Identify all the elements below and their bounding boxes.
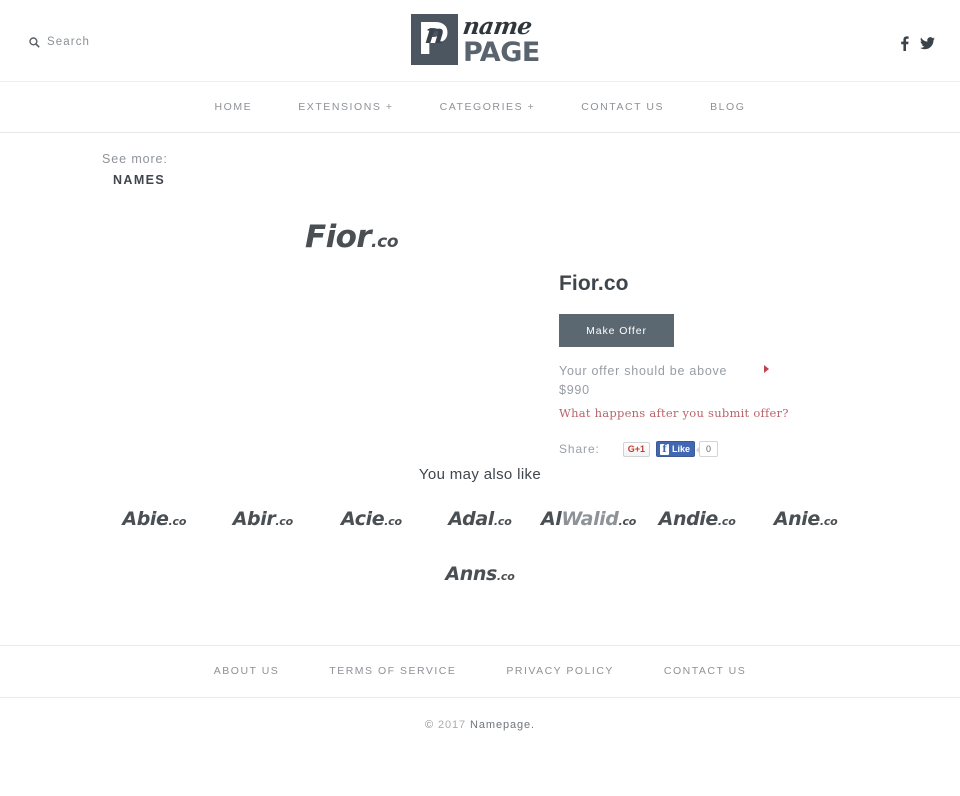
search-icon	[29, 36, 40, 48]
page-title: Fior.co	[559, 272, 629, 295]
domain-hero-logo: Fior.co	[305, 218, 399, 261]
logo-n-script: n	[423, 19, 447, 50]
site-logo[interactable]: P n name PAGE	[411, 13, 540, 68]
top-bar: Search P n name PAGE	[0, 0, 960, 81]
nav-item-categories[interactable]: CATEGORIES +	[417, 101, 559, 113]
copyright-brand: Namepage.	[470, 719, 535, 731]
also-like-tld: .co	[168, 515, 187, 528]
nav-item-blog[interactable]: BLOG	[687, 101, 768, 113]
facebook-like-label: Like	[672, 443, 691, 454]
search-label: Search	[47, 36, 91, 48]
main-navigation: HOME EXTENSIONS + CATEGORIES + CONTACT U…	[0, 81, 960, 133]
also-like-grid: Abie.co Abir.co Acie.co Adal.co AlWalid.…	[100, 504, 860, 592]
nav-item-extensions[interactable]: EXTENSIONS +	[275, 101, 416, 113]
offer-note-line1: Your offer should be above	[559, 364, 728, 378]
also-like-name: Acie	[341, 508, 385, 530]
facebook-like-widget[interactable]: f Like 0	[656, 441, 719, 457]
also-like-name: Adal	[448, 508, 494, 530]
offer-marker-icon	[764, 365, 769, 373]
see-more-label: See more:	[102, 152, 168, 166]
logo-name-text: name	[461, 13, 534, 40]
share-label: Share:	[559, 442, 600, 456]
also-like-item[interactable]: Acie.co	[317, 504, 426, 537]
nav-item-contact-us[interactable]: CONTACT US	[558, 101, 687, 113]
also-like-item[interactable]: AlWalid.co	[534, 504, 643, 537]
footer-link-about-us[interactable]: ABOUT US	[189, 665, 304, 677]
also-like-name: Abir	[232, 508, 276, 530]
what-happens-link[interactable]: What happens after you submit offer?	[559, 406, 859, 420]
twitter-icon[interactable]	[920, 37, 935, 50]
also-like-name-secondary: Walid	[561, 508, 619, 530]
offer-minimum-price: $990	[559, 383, 590, 397]
facebook-like-count: 0	[696, 441, 719, 457]
also-like-tld: .co	[384, 515, 402, 528]
facebook-icon[interactable]	[900, 36, 909, 51]
also-like-tld: .co	[618, 515, 637, 528]
also-like-item[interactable]: Abie.co	[100, 504, 209, 537]
footer-navigation: ABOUT US TERMS OF SERVICE PRIVACY POLICY…	[0, 645, 960, 698]
also-like-tld: .co	[717, 515, 736, 528]
copyright: © 2017 Namepage.	[0, 719, 960, 731]
logo-page-text: PAGE	[463, 37, 540, 68]
logo-wordmark: name PAGE	[461, 13, 540, 68]
footer-link-terms-of-service[interactable]: TERMS OF SERVICE	[304, 665, 481, 677]
nav-item-home[interactable]: HOME	[192, 101, 276, 113]
see-more: See more: NAMES	[102, 152, 168, 187]
also-like-item[interactable]: Andie.co	[643, 504, 752, 537]
also-like-name: Al	[540, 508, 562, 530]
also-like-tld: .co	[493, 515, 512, 528]
also-like-item[interactable]: Abir.co	[209, 504, 318, 537]
also-like-tld: .co	[819, 515, 838, 528]
see-more-category-link[interactable]: NAMES	[113, 173, 168, 187]
offer-minimum-note: Your offer should be above $990	[559, 362, 771, 400]
also-like-item[interactable]: Anns.co	[426, 559, 535, 592]
also-like-item[interactable]: Adal.co	[426, 504, 535, 537]
facebook-icon: f	[660, 443, 670, 455]
also-like-tld: .co	[275, 515, 293, 528]
offer-panel: Fior.co Make Offer Your offer should be …	[559, 272, 859, 457]
search-button[interactable]: Search	[29, 36, 90, 48]
domain-hero-name: Fior	[305, 219, 372, 255]
also-like-name: Anie	[773, 508, 820, 530]
google-plus-button[interactable]: G+1	[622, 441, 651, 457]
copyright-year: 2017	[437, 719, 467, 731]
facebook-like-button[interactable]: f Like	[656, 441, 696, 457]
also-like-title: You may also like	[418, 466, 542, 483]
also-like-name: Andie	[658, 508, 719, 530]
domain-hero-tld: .co	[371, 232, 399, 252]
also-like-name: Anns	[445, 563, 497, 585]
also-like-tld: .co	[496, 570, 515, 583]
share-row: Share: G+1 f Like 0	[559, 441, 859, 457]
social-links	[900, 36, 935, 51]
make-offer-button[interactable]: Make Offer	[559, 314, 674, 347]
also-like-item[interactable]: Anie.co	[751, 504, 860, 537]
footer-link-privacy-policy[interactable]: PRIVACY POLICY	[481, 665, 639, 677]
footer-link-contact-us[interactable]: CONTACT US	[639, 665, 771, 677]
also-like-name: Abie	[122, 508, 169, 530]
copyright-symbol: ©	[424, 719, 434, 731]
logo-mark: P n	[411, 14, 458, 65]
